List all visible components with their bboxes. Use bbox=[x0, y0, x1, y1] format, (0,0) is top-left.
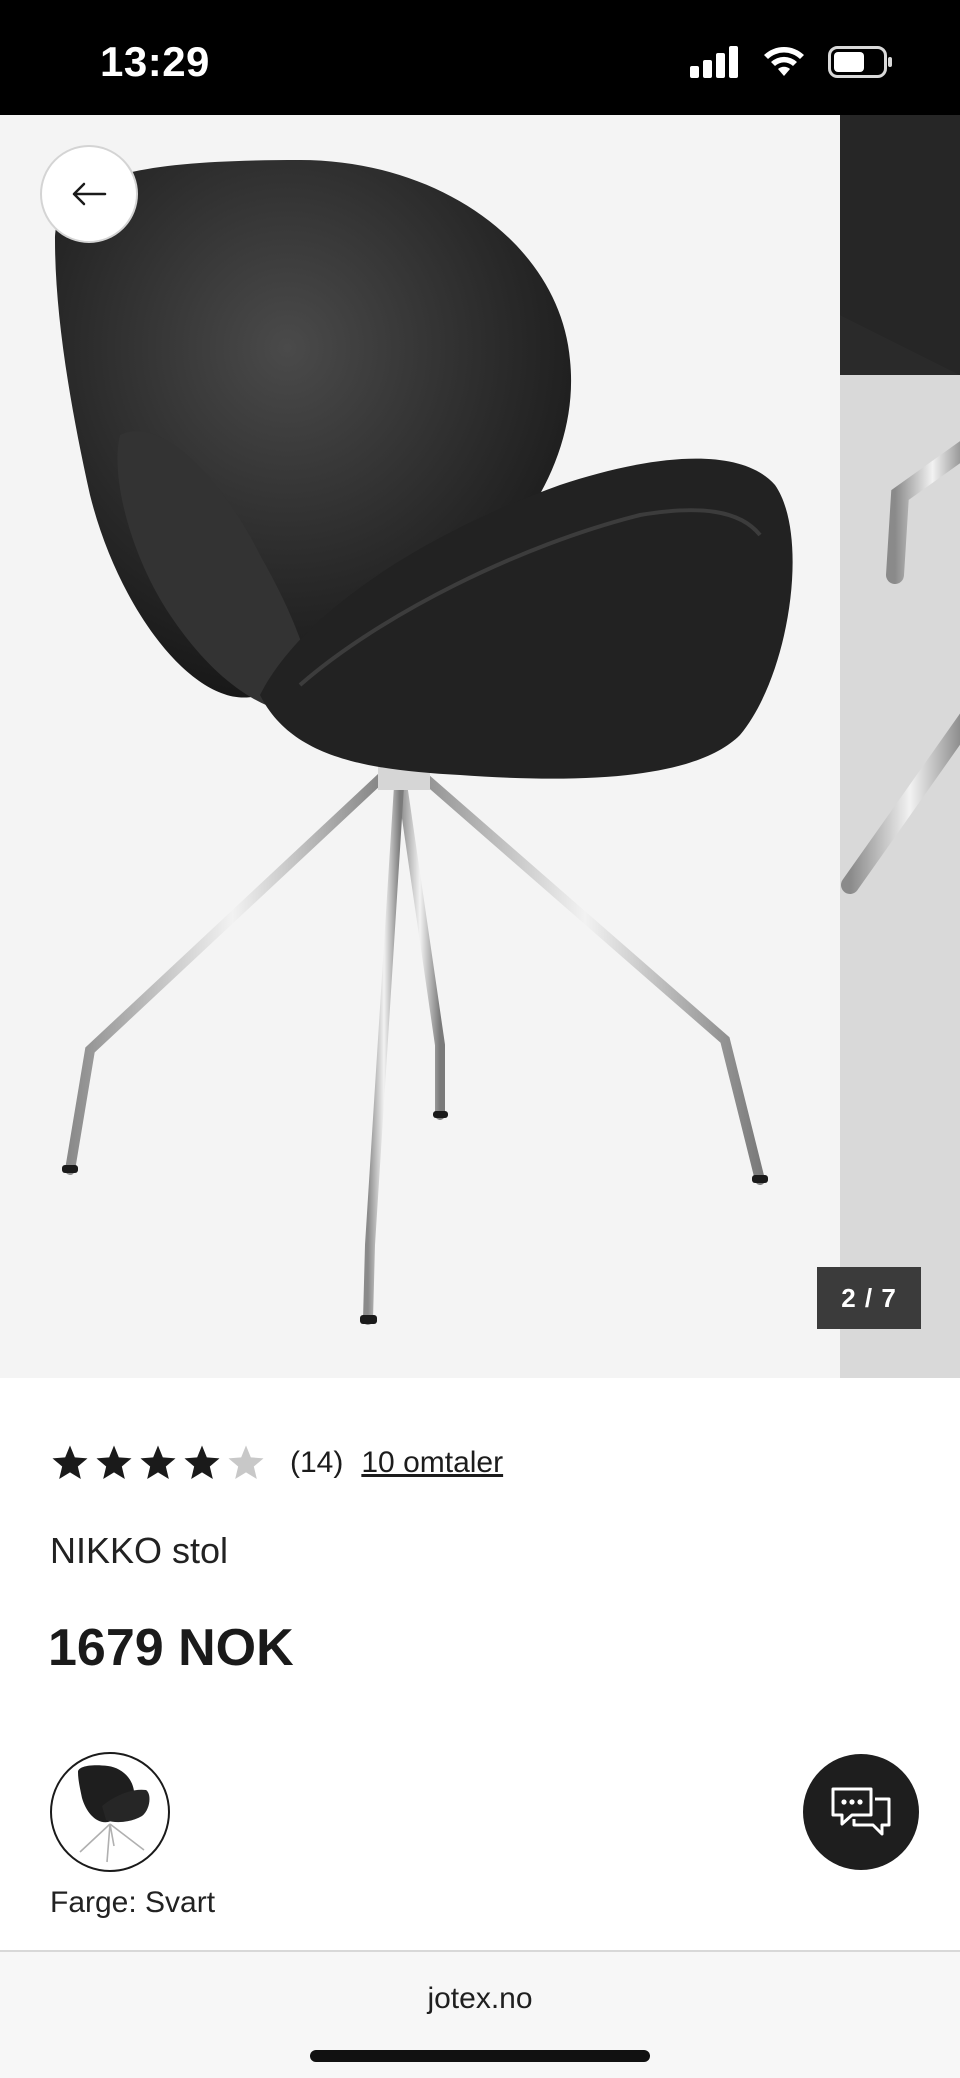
battery-icon bbox=[828, 46, 892, 78]
product-name: NIKKO stol bbox=[50, 1530, 229, 1571]
star-filled-icon bbox=[184, 1445, 220, 1479]
browser-url[interactable]: jotex.no bbox=[0, 1982, 960, 2016]
slide-counter: 2 / 7 bbox=[817, 1267, 921, 1329]
star-filled-icon bbox=[96, 1445, 132, 1479]
status-icons bbox=[690, 46, 894, 78]
rating-row: (14) 10 omtaler bbox=[50, 1440, 503, 1486]
chair-image bbox=[55, 160, 793, 1325]
next-image-preview bbox=[840, 115, 960, 894]
reviews-link[interactable]: 10 omtaler bbox=[361, 1446, 503, 1480]
swatch-chair-thumbnail bbox=[78, 1765, 150, 1863]
color-label: Farge: Svart bbox=[50, 1886, 216, 1919]
wifi-icon bbox=[764, 47, 804, 76]
rating-count: (14) bbox=[290, 1446, 344, 1479]
signal-icon bbox=[690, 46, 738, 78]
status-bar: 13:29 bbox=[0, 0, 960, 115]
chat-button[interactable] bbox=[803, 1754, 919, 1870]
product-image-next-peek[interactable] bbox=[840, 115, 960, 1378]
star-filled-icon bbox=[52, 1445, 88, 1479]
rating-stars bbox=[50, 1443, 266, 1483]
browser-bottom-bar: jotex.no bbox=[0, 1950, 960, 2078]
product-price: 1679 NOK bbox=[48, 1619, 294, 1677]
star-filled-icon bbox=[140, 1445, 176, 1479]
color-swatch-black[interactable] bbox=[50, 1752, 170, 1872]
chat-bubbles-icon bbox=[831, 1787, 891, 1836]
back-button[interactable] bbox=[40, 145, 138, 243]
status-time: 13:29 bbox=[100, 38, 210, 85]
star-empty-icon bbox=[228, 1445, 264, 1479]
product-image-gallery[interactable]: 2 / 7 bbox=[0, 115, 960, 1378]
home-indicator[interactable] bbox=[310, 2050, 650, 2062]
product-image-main[interactable] bbox=[0, 115, 840, 1378]
arrow-left-icon bbox=[72, 182, 107, 206]
